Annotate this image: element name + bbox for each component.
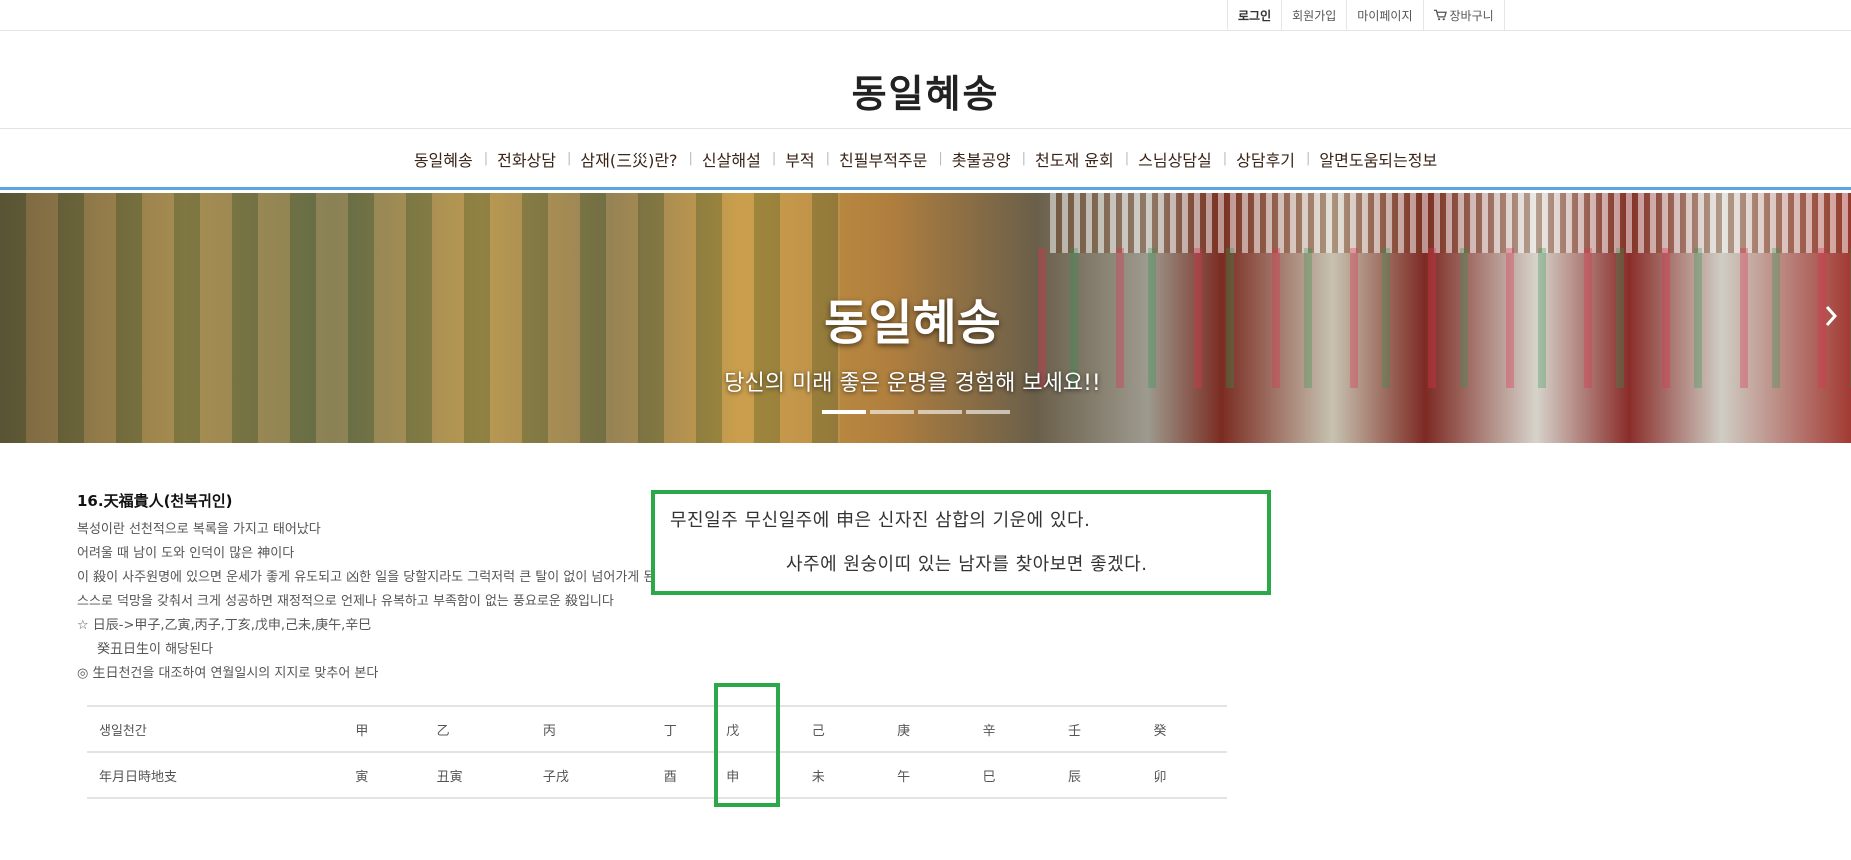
nav-item[interactable]: 친필부적주문 <box>815 147 927 171</box>
slider-indicators <box>822 410 1010 414</box>
row-label: 年月日時地支 <box>87 751 344 799</box>
nav-item[interactable]: 부적 <box>761 147 814 171</box>
account-links: 로그인 회원가입 마이페이지 장바구니 <box>1227 0 1505 30</box>
table-cell: 卯 <box>1141 751 1227 799</box>
table-cell: 庚 <box>885 705 971 753</box>
hero-title: 동일혜송 <box>824 295 1001 351</box>
table-cell: 甲 <box>343 705 425 753</box>
stem-branch-table: 생일천간 甲乙丙丁戊己庚辛壬癸年月日時地支寅丑寅 子戌酉申未午巳辰卯 <box>87 705 1227 799</box>
highlight-column-box <box>714 683 780 807</box>
main-nav-list: 동일혜송전화상담삼재(三災)란?신살해설부적친필부적주문촛불공양천도재 윤회스님… <box>0 130 1851 187</box>
annotation-note-box: 무진일주 무신일주에 申은 신자진 삼합의 기운에 있다. 사주에 원숭이띠 있… <box>651 490 1271 595</box>
hero-image-temple-ceiling <box>1050 193 1851 253</box>
article-line: 복성이란 선천적으로 복록을 가지고 태어났다 <box>77 522 321 537</box>
slider-dot[interactable] <box>918 410 962 414</box>
slider-dot[interactable] <box>870 410 914 414</box>
nav-item[interactable]: 전화상담 <box>473 147 556 171</box>
table-cell: 寅 <box>343 751 425 799</box>
header: 동일혜송 <box>0 31 1851 129</box>
nav-item[interactable]: 상담후기 <box>1212 147 1295 171</box>
nav-item[interactable]: 삼재(三災)란? <box>556 147 677 171</box>
table-cell: 丙 <box>530 705 652 753</box>
nav-item[interactable]: 신살해설 <box>678 147 761 171</box>
annotation-line: 사주에 원숭이띠 있는 남자를 찾아보면 좋겠다. <box>786 554 1148 575</box>
table-cell: 酉 <box>651 751 715 799</box>
table-cell: 壬 <box>1056 705 1142 753</box>
row-label: 생일천간 <box>87 705 344 753</box>
table-cell: 丑寅 <box>424 751 531 799</box>
table-cell: 己 <box>799 705 886 753</box>
cart-label: 장바구니 <box>1449 8 1494 23</box>
table-row: 年月日時地支寅丑寅 子戌酉申未午巳辰卯 <box>87 751 1227 799</box>
nav-item[interactable]: 동일혜송 <box>414 147 473 171</box>
article-heading: 16.天福貴人(천복귀인) <box>77 492 233 510</box>
chevron-right-icon[interactable] <box>1820 301 1842 331</box>
table-row: 생일천간 甲乙丙丁戊己庚辛壬癸 <box>87 705 1227 753</box>
table-cell: 辰 <box>1056 751 1142 799</box>
table-cell: 丁 <box>651 705 715 753</box>
article-line: ☆ 日辰->甲子,乙寅,丙子,丁亥,戊申,己未,庚午,辛巳 <box>77 618 372 633</box>
article-content: 16.天福貴人(천복귀인) 복성이란 선천적으로 복록을 가지고 태어났다 어려… <box>77 490 697 686</box>
nav-item[interactable]: 스님상담실 <box>1114 147 1212 171</box>
article-line: 스스로 덕망을 갖춰서 크게 성공하면 재정적으로 언제나 유복하고 부족함이 … <box>77 594 614 609</box>
cart-icon <box>1433 9 1447 21</box>
hero-subtitle: 당신의 미래 좋은 운명을 경험해 보세요!! <box>724 371 1101 396</box>
hero-banner: 동일혜송 당신의 미래 좋은 운명을 경험해 보세요!! <box>0 193 1851 443</box>
mypage-link[interactable]: 마이페이지 <box>1347 0 1424 30</box>
article-line: 어려울 때 남이 도와 인덕이 많은 神이다 <box>77 546 295 561</box>
table-cell: 辛 <box>970 705 1057 753</box>
table-cell: 乙 <box>424 705 531 753</box>
table-cell: 癸 <box>1141 705 1227 753</box>
top-utility-bar: 로그인 회원가입 마이페이지 장바구니 <box>0 0 1851 31</box>
article-line: 이 殺이 사주원명에 있으면 운세가 좋게 유도되고 凶한 일을 당할지라도 그… <box>77 570 668 585</box>
article-line: ◎ 生日천건을 대조하여 연월일시의 지지로 맞추어 본다 <box>77 666 379 681</box>
slider-dot[interactable] <box>822 410 866 414</box>
signup-link[interactable]: 회원가입 <box>1282 0 1348 30</box>
nav-item[interactable]: 천도재 윤회 <box>1011 147 1114 171</box>
main-nav: 동일혜송전화상담삼재(三災)란?신살해설부적친필부적주문촛불공양천도재 윤회스님… <box>0 130 1851 190</box>
login-link[interactable]: 로그인 <box>1228 0 1283 30</box>
table-cell: 午 <box>885 751 971 799</box>
article-line: 癸丑日生이 해당된다 <box>97 642 213 657</box>
annotation-line: 무진일주 무신일주에 申은 신자진 삼합의 기운에 있다. <box>670 510 1091 531</box>
table-cell: 巳 <box>970 751 1057 799</box>
nav-item[interactable]: 촛불공양 <box>927 147 1011 171</box>
nav-item[interactable]: 알면도움되는정보 <box>1295 147 1437 171</box>
cart-link[interactable]: 장바구니 <box>1424 0 1505 30</box>
table-cell: 未 <box>799 751 886 799</box>
table-cell: 子戌 <box>530 751 652 799</box>
cheonbok-table: 생일천간 甲乙丙丁戊己庚辛壬癸年月日時地支寅丑寅 子戌酉申未午巳辰卯 <box>87 705 1227 799</box>
slider-dot[interactable] <box>966 410 1010 414</box>
site-logo[interactable]: 동일혜송 <box>0 63 1851 118</box>
